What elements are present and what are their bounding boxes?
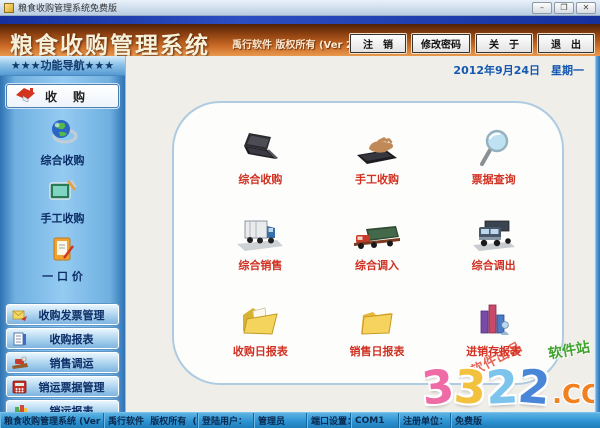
- status-login-user-label: 登陆用户：: [198, 413, 254, 428]
- truck-sales-icon: [235, 215, 285, 253]
- window-title: 粮食收购管理系统免费版: [18, 4, 118, 14]
- content: ★★★功能导航★★★ 收 购 综合收购 手工收购 一 口 价 收购发票管理 收购…: [0, 56, 600, 428]
- sidebar-body: 收 购 综合收购 手工收购 一 口 价 收购发票管理 收购报表 销售调运 销运票…: [0, 76, 125, 428]
- launcher-label: 综合调出: [471, 259, 516, 272]
- titlebar: 粮食收购管理系统免费版 – ❐ ✕: [0, 0, 600, 16]
- status-register-label: 注册单位：: [399, 413, 451, 428]
- window-controls: – ❐ ✕: [532, 1, 596, 14]
- truck-outbound-icon: [471, 215, 517, 253]
- app-icon: [4, 2, 14, 13]
- launcher-comprehensive-outbound[interactable]: 综合调出: [435, 201, 552, 287]
- sidebar-item-transport-ticket-mgmt[interactable]: 销运票据管理: [5, 375, 120, 398]
- status-bar: 粮食收购管理系统 (Ver 2012) 禹行软件 版权所有 (C) 登陆用户： …: [0, 412, 600, 428]
- calculator-icon: [11, 379, 29, 395]
- logout-button[interactable]: 注 销: [350, 34, 406, 53]
- open-folder-icon: [239, 301, 281, 339]
- status-register-value: 免费版: [451, 413, 600, 428]
- sidebar-item-label: 收购发票管理: [38, 308, 105, 322]
- sidebar-item-label: 综合收购: [40, 154, 85, 167]
- launcher-label: 综合调入: [354, 259, 399, 272]
- report-icon: [11, 331, 29, 347]
- shipping-icon: [11, 355, 29, 371]
- launcher-ticket-query[interactable]: 票据查询: [435, 115, 552, 201]
- watermark-suffix: .CC: [552, 380, 600, 410]
- hand-keyboard-icon: [354, 129, 400, 167]
- sidebar-item-fixed-price[interactable]: 一 口 价: [6, 236, 119, 284]
- launcher-label: 票据查询: [471, 173, 516, 186]
- launcher-comprehensive-sales[interactable]: 综合销售: [202, 201, 319, 287]
- page-title: 粮食收购管理系统: [10, 32, 210, 59]
- sidebar-item-label: 销运票据管理: [38, 380, 105, 394]
- launcher-manual-purchase[interactable]: 手工收购: [319, 115, 436, 201]
- clipboard-icon: [50, 236, 76, 266]
- sidebar-item-sales-transport[interactable]: 销售调运: [5, 351, 120, 374]
- launcher-label: 收购日报表: [232, 345, 288, 358]
- sidebar-item-purchase[interactable]: 收 购: [6, 84, 119, 108]
- truck-inbound-icon: [352, 215, 402, 253]
- sidebar-quick-items: 综合收购 手工收购 一 口 价: [6, 108, 119, 304]
- sidebar-item-label: 销售调运: [49, 356, 94, 370]
- sidebar-menu: 收购发票管理 收购报表 销售调运 销运票据管理 销运报表: [5, 303, 120, 428]
- notepad-icon: [48, 178, 78, 208]
- close-icon[interactable]: ✕: [576, 1, 596, 14]
- launcher-inventory-report[interactable]: 进销存报表: [435, 287, 552, 373]
- status-port-value: COM1: [351, 413, 399, 428]
- window-right-border: [594, 56, 600, 412]
- launcher-comprehensive-purchase[interactable]: 综合收购: [202, 115, 319, 201]
- app-window: 粮食收购管理系统免费版 – ❐ ✕ 粮食收购管理系统 禹行软件 版权所有 (Ve…: [0, 0, 600, 428]
- launcher-label: 综合收购: [238, 173, 283, 186]
- sidebar-item-manual-purchase[interactable]: 手工收购: [6, 178, 119, 226]
- exit-button[interactable]: 退 出: [538, 34, 594, 53]
- launcher-label: 手工收购: [354, 173, 399, 186]
- about-button[interactable]: 关 于: [476, 34, 532, 53]
- launcher-comprehensive-inbound[interactable]: 综合调入: [319, 201, 436, 287]
- sidebar-item-label: 手工收购: [40, 212, 85, 225]
- house-icon: [15, 87, 37, 106]
- invoice-icon: [11, 307, 29, 323]
- bar-chart-icon: [476, 301, 512, 339]
- header-buttons: 注 销 修改密码 关 于 退 出: [350, 34, 594, 53]
- magnifier-icon: [477, 129, 511, 167]
- laptop-icon: [238, 129, 282, 167]
- launcher-label: 综合销售: [238, 259, 283, 272]
- decor-blue-strip: [0, 16, 600, 24]
- app-header: 粮食收购管理系统 禹行软件 版权所有 (Ver 2012) 注 销 修改密码 关…: [0, 24, 600, 59]
- sidebar-item-purchase-invoice-mgmt[interactable]: 收购发票管理: [5, 303, 120, 326]
- date-display: 2012年9月24日 星期一: [453, 64, 584, 77]
- launcher-purchase-daily-report[interactable]: 收购日报表: [202, 287, 319, 373]
- launcher-grid: 综合收购 手工收购 票据查询 综合销售 综合调入 综合调出 收购日报表 销售日报…: [202, 115, 552, 373]
- launcher-label: 进销存报表: [466, 345, 522, 358]
- main-area: 2012年9月24日 星期一 综合收购 手工收购 票据查询 综合销售 综合调入 …: [126, 56, 600, 416]
- launcher-panel: 综合收购 手工收购 票据查询 综合销售 综合调入 综合调出 收购日报表 销售日报…: [172, 101, 564, 385]
- minimize-icon[interactable]: –: [532, 1, 552, 14]
- globe-icon: [47, 118, 79, 150]
- launcher-sales-daily-report[interactable]: 销售日报表: [319, 287, 436, 373]
- launcher-label: 销售日报表: [349, 345, 405, 358]
- folder-icon: [357, 301, 397, 339]
- sidebar-item-comprehensive-purchase[interactable]: 综合收购: [6, 118, 119, 168]
- sidebar-item-label: 收购报表: [49, 332, 94, 346]
- sidebar-item-label: 收 购: [45, 89, 88, 104]
- status-app-version: 粮食收购管理系统 (Ver 2012): [0, 413, 104, 428]
- sidebar: ★★★功能导航★★★ 收 购 综合收购 手工收购 一 口 价 收购发票管理 收购…: [0, 56, 126, 428]
- restore-icon[interactable]: ❐: [554, 1, 574, 14]
- change-password-button[interactable]: 修改密码: [412, 34, 470, 53]
- sidebar-nav-title: ★★★功能导航★★★: [0, 56, 125, 76]
- status-copyright: 禹行软件 版权所有 (C): [104, 413, 198, 428]
- status-login-user-value: 管理员: [254, 413, 307, 428]
- sidebar-item-purchase-reports[interactable]: 收购报表: [5, 327, 120, 350]
- status-port-label: 端口设置：: [307, 413, 351, 428]
- sidebar-item-label: 一 口 价: [42, 270, 83, 283]
